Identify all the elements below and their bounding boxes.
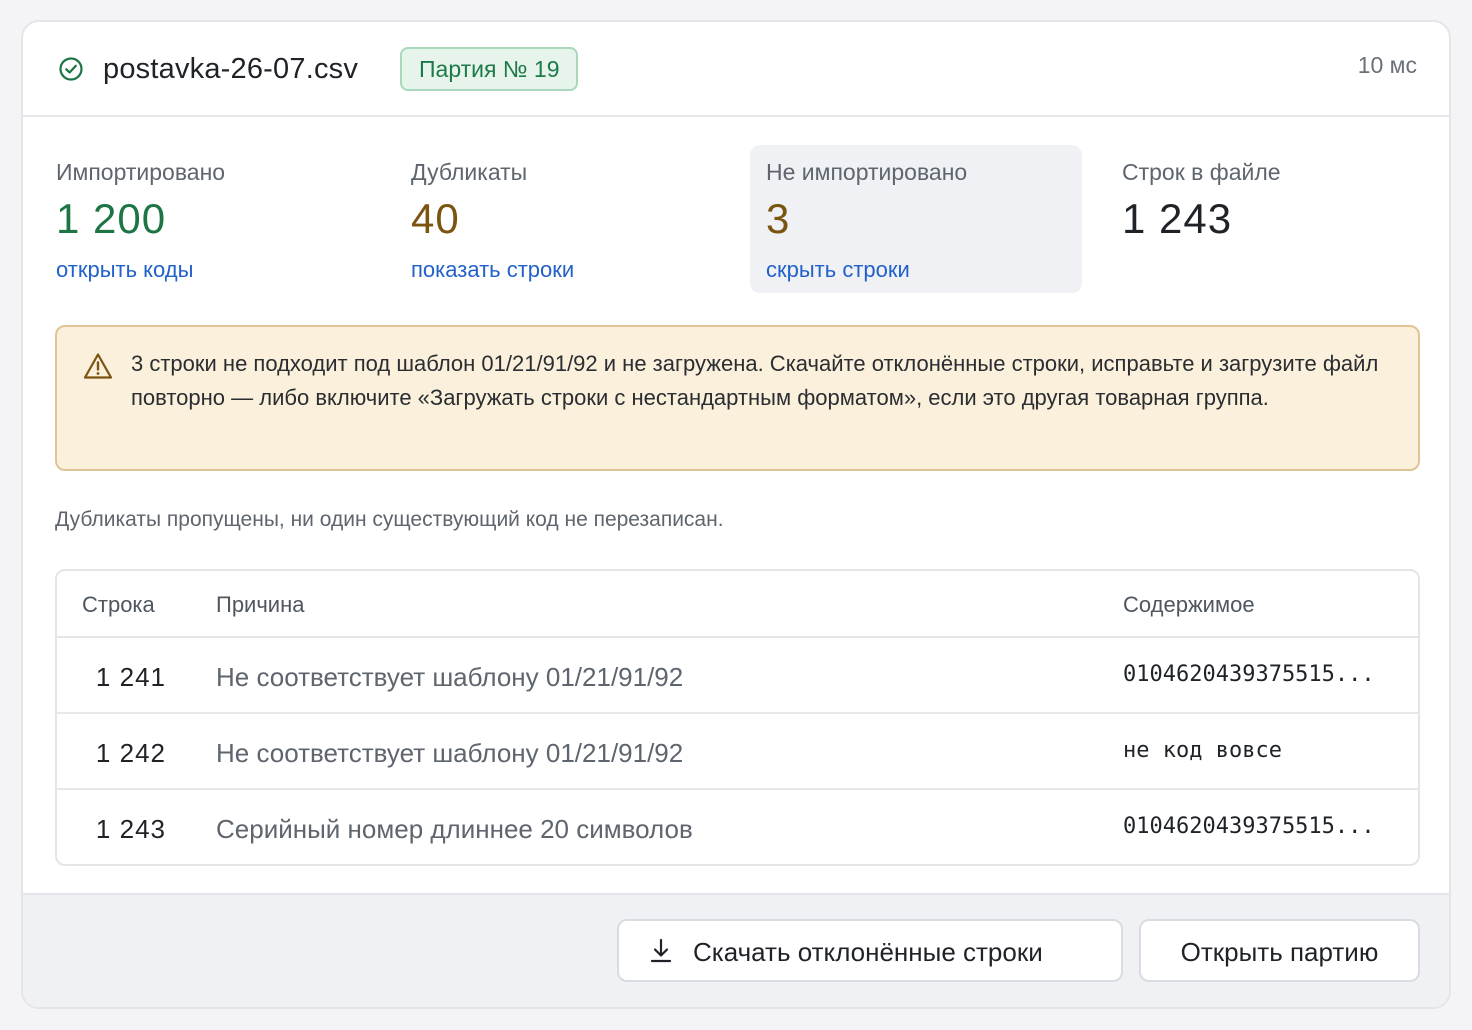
stat-label: Строк в файле <box>1122 159 1281 185</box>
warning-alert: 3 строки не подходит под шаблон 01/21/91… <box>55 325 1420 471</box>
open-batch-button-label: Открыть партию <box>1180 937 1379 967</box>
card-header: postavka-26-07.csv Партия № 19 10 мс <box>23 22 1449 117</box>
open-codes-link[interactable]: открыть коды <box>56 257 193 283</box>
stat-not-imported[interactable]: Не импортировано 3 скрыть строки <box>750 145 1082 293</box>
stat-value: 1 200 <box>56 195 167 242</box>
row-reason: Не соответствует шаблону 01/21/91/92 <box>216 738 684 768</box>
table-row: 1 242 Не соответствует шаблону 01/21/91/… <box>57 714 1418 790</box>
stat-label: Импортировано <box>56 159 226 185</box>
column-header-line: Строка <box>82 592 155 617</box>
rejected-rows-table: Строка Причина Содержимое 1 241 Не соотв… <box>55 569 1420 866</box>
stat-duplicates: Дубликаты 40 показать строки <box>404 145 736 293</box>
column-header-content: Содержимое <box>1123 592 1255 617</box>
row-content: 0104620439375515... <box>1123 814 1375 839</box>
download-icon <box>650 938 672 963</box>
row-content: не код вовсе <box>1123 738 1282 763</box>
card-footer: Скачать отклонённые строки Открыть парти… <box>23 893 1449 1007</box>
check-circle-icon <box>59 57 83 81</box>
open-batch-button[interactable]: Открыть партию <box>1139 919 1420 982</box>
stat-imported: Импортировано 1 200 открыть коды <box>49 145 381 293</box>
warning-triangle-icon <box>83 353 113 379</box>
stat-rows-in-file: Строк в файле 1 243 <box>1115 145 1447 293</box>
stat-label: Не импортировано <box>766 159 968 185</box>
row-reason: Не соответствует шаблону 01/21/91/92 <box>216 662 684 692</box>
show-duplicate-rows-link[interactable]: показать строки <box>411 257 574 283</box>
table-header: Строка Причина Содержимое <box>57 571 1418 638</box>
row-line-number: 1 243 <box>95 814 166 844</box>
duplicates-note: Дубликаты пропущены, ни один существующи… <box>55 508 724 531</box>
download-button-label: Скачать отклонённые строки <box>693 937 1043 967</box>
column-header-reason: Причина <box>216 592 305 617</box>
hide-rows-link[interactable]: скрыть строки <box>766 257 910 283</box>
import-result-card: postavka-26-07.csv Партия № 19 10 мс Имп… <box>21 20 1451 1009</box>
row-line-number: 1 241 <box>95 662 166 692</box>
table-row: 1 243 Серийный номер длиннее 20 символов… <box>57 790 1418 864</box>
download-rejected-rows-button[interactable]: Скачать отклонённые строки <box>617 919 1123 982</box>
table-row: 1 241 Не соответствует шаблону 01/21/91/… <box>57 638 1418 714</box>
row-content: 0104620439375515... <box>1123 662 1375 687</box>
row-reason: Серийный номер длиннее 20 символов <box>216 814 693 844</box>
stat-value: 1 243 <box>1122 195 1233 242</box>
import-duration: 10 мс <box>1357 52 1417 78</box>
stats-panel: Импортировано 1 200 открыть коды Дублика… <box>23 117 1449 317</box>
stat-value: 3 <box>766 195 791 242</box>
row-line-number: 1 242 <box>95 738 166 768</box>
alert-message: 3 строки не подходит под шаблон 01/21/91… <box>131 351 1379 410</box>
stat-label: Дубликаты <box>411 159 528 185</box>
file-name: postavka-26-07.csv <box>103 53 359 85</box>
stat-value: 40 <box>411 195 460 242</box>
batch-badge: Партия № 19 <box>400 47 579 91</box>
